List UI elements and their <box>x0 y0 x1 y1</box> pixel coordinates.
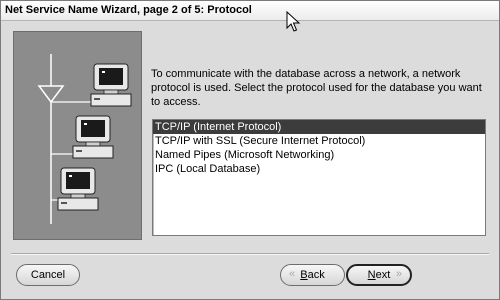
wizard-window: Net Service Name Wizard, page 2 of 5: Pr… <box>0 0 500 300</box>
cancel-button[interactable]: Cancel <box>16 264 80 286</box>
list-item-ipc[interactable]: IPC (Local Database) <box>153 162 485 176</box>
protocol-list[interactable]: TCP/IP (Internet Protocol) TCP/IP with S… <box>152 119 486 236</box>
computer-icon <box>72 115 114 159</box>
computer-icon <box>57 167 99 211</box>
back-button[interactable]: « Back <box>280 264 345 286</box>
window-title: Net Service Name Wizard, page 2 of 5: Pr… <box>5 4 252 16</box>
network-illustration <box>13 31 142 240</box>
back-button-label: Back <box>300 269 325 281</box>
list-item-named-pipes[interactable]: Named Pipes (Microsoft Networking) <box>153 148 485 162</box>
cancel-button-label: Cancel <box>30 269 66 281</box>
title-bar[interactable]: Net Service Name Wizard, page 2 of 5: Pr… <box>1 1 499 21</box>
list-item-tcpip[interactable]: TCP/IP (Internet Protocol) <box>153 120 485 134</box>
instruction-text: To communicate with the database across … <box>151 68 482 108</box>
double-chevron-right-icon: » <box>395 268 402 280</box>
network-computers-icon <box>37 54 132 224</box>
next-button[interactable]: Next » <box>346 264 412 286</box>
separator <box>11 253 489 255</box>
computer-icon <box>90 63 132 107</box>
mouse-pointer-icon <box>286 11 301 32</box>
next-button-label: Next <box>367 269 391 281</box>
double-chevron-left-icon: « <box>289 268 296 280</box>
list-item-tcpip-ssl[interactable]: TCP/IP with SSL (Secure Internet Protoco… <box>153 134 485 148</box>
